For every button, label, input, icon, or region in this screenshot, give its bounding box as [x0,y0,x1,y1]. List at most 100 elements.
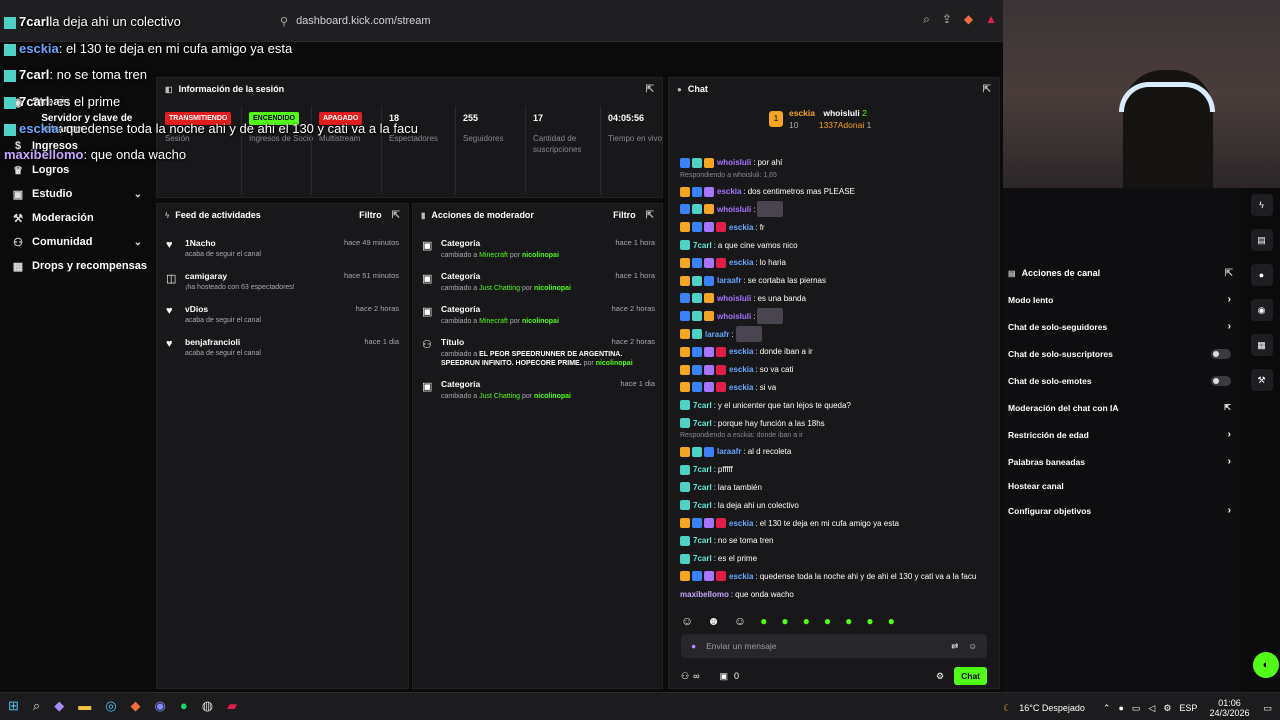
chevron-up-icon[interactable]: ⌃ [1103,703,1111,714]
clock[interactable]: 01:06 24/3/2026 [1209,698,1249,718]
emote-icon[interactable]: ● [866,614,873,628]
feed-item[interactable]: ♥ 1Nacho acaba de seguir el canal hace 49 m… [157,236,408,269]
expand-icon[interactable]: ⇱ [646,210,654,221]
file-explorer-icon[interactable]: ▬ [78,698,91,714]
chat-username[interactable]: whoisluli [717,205,751,214]
bolt-tool-icon[interactable]: ϟ [1250,194,1273,216]
channel-action-item[interactable]: Modo lento › [1003,286,1241,313]
volume-icon[interactable]: ◁ [1148,703,1155,714]
chat-username[interactable]: 7carl [693,241,712,250]
feed-item[interactable]: ◫ camigaray ¡ha hosteado con 63 espectador… [157,269,408,302]
channel-action-item[interactable]: Chat de solo-emotes [1003,367,1241,394]
sidebar-item[interactable]: ▣ Estudio ⌄ [0,182,154,206]
mod-action-by[interactable]: nicolinopai [596,360,633,367]
sidebar-item[interactable]: Servidor y clave de retransm [0,113,154,135]
emoji-icon[interactable]: ☺ [968,641,977,651]
video-app-icon[interactable]: ▰ [227,698,237,714]
expand-icon[interactable]: ⇱ [646,84,654,95]
emote-icon[interactable]: ● [760,614,767,628]
windows-start-icon[interactable]: ⊞ [8,698,19,714]
channel-action-item[interactable]: Chat de solo-seguidores › [1003,313,1241,340]
mod-action-by[interactable]: nicolinopai [522,318,559,325]
chat-username[interactable]: esckia [729,519,753,528]
chat-username[interactable]: whoisluli [717,294,751,303]
sidebar-item[interactable]: $ Ingresos [0,134,154,158]
emote-icon[interactable]: ☻ [707,614,720,628]
sidebar-item[interactable]: ♛ Logros [0,158,154,182]
zoom-icon[interactable]: ⌕ [923,12,930,27]
chat-username[interactable]: 7carl [693,419,712,428]
settings-icon[interactable]: ⚙ [936,671,944,682]
wrench-tool-icon[interactable]: ⚒ [1250,369,1273,391]
chat-username[interactable]: whoisluli [717,158,751,167]
chat-username[interactable]: 7carl [693,554,712,563]
chat-username[interactable]: 7carl [693,536,712,545]
brave-shield-icon[interactable]: ◆ [964,12,973,27]
weather-text[interactable]: 16°C Despejado [1019,703,1085,713]
chat-tool-icon[interactable]: ● [1250,264,1273,286]
chat-username[interactable]: esckia [729,258,753,267]
chat-username[interactable]: laraafr [717,447,741,456]
chat-username[interactable]: esckia [729,223,753,232]
network-icon[interactable]: ▭ [1132,703,1141,714]
settings-icon[interactable]: ⚙ [1163,703,1171,714]
expand-icon[interactable]: ⇱ [392,210,400,221]
toggle-switch[interactable] [1211,375,1231,386]
discord-icon[interactable]: ◉ [155,698,166,714]
users-icon[interactable]: ⚇ [681,671,689,682]
emote-icon[interactable]: ☺ [734,614,746,628]
mod-action-by[interactable]: nicolinopai [534,393,571,400]
chat-username[interactable]: 7carl [693,401,712,410]
emote-icon[interactable]: ● [845,614,852,628]
support-button[interactable]: ◐ [1253,652,1279,678]
broadcast-tool-icon[interactable]: ◉ [1250,299,1273,321]
brave-icon[interactable]: ◆ [131,698,141,714]
sidebar-item[interactable]: ⚒ Moderación [0,206,154,230]
emote-icon[interactable]: ☺ [681,614,693,628]
top-gifter-3-name[interactable]: 1337Adonai [819,120,864,130]
toggle-switch[interactable] [1211,348,1231,359]
chat-input[interactable]: ● Enviar un mensaje ⇄ ☺ [681,634,987,658]
copilot-icon[interactable]: ◆ [54,698,64,714]
chat-username[interactable]: laraafr [717,276,741,285]
popout-icon[interactable]: ⇱ [983,84,991,95]
chat-username[interactable]: whoisluli [717,312,751,321]
translate-icon[interactable]: ⇄ [951,641,958,652]
chat-username[interactable]: esckia [729,365,753,374]
channel-action-item[interactable]: Hostear canal [1003,475,1241,497]
sidebar-item[interactable]: ▦ Drops y recompensas [0,254,154,278]
chat-username[interactable]: esckia [729,383,753,392]
channel-action-item[interactable]: Moderación del chat con IA ⇱ [1003,394,1241,421]
feed-item[interactable]: ♥ benjafrancioli acaba de seguir el canal h… [157,335,408,368]
mod-action-by[interactable]: nicolinopai [534,285,571,292]
chat-username[interactable]: 7carl [693,501,712,510]
chrome-icon[interactable]: ◎ [105,698,116,714]
top-gifter-2-name[interactable]: whoisluli [823,108,859,118]
brave-rewards-icon[interactable]: ▲ [985,12,997,27]
feed-filter-button[interactable]: Filtro [359,210,382,220]
stack-tool-icon[interactable]: ▦ [1250,334,1273,356]
channel-action-item[interactable]: Configurar objetivos › [1003,497,1241,524]
emote-icon[interactable]: ● [803,614,810,628]
feed-item[interactable]: ♥ vDios acaba de seguir el canal hace 2 hor… [157,302,408,335]
obs-icon[interactable]: ◍ [202,698,213,714]
top-gifter-1-name[interactable]: esckia [789,108,815,118]
mic-icon[interactable]: ● [691,641,696,651]
chat-username[interactable]: esckia [717,187,741,196]
search-icon[interactable]: ⌕ [33,698,40,714]
emote-icon[interactable]: ● [824,614,831,628]
notes-tool-icon[interactable]: ▤ [1250,229,1273,251]
gift-icon[interactable]: ▣ [720,671,729,682]
mod-filter-button[interactable]: Filtro [613,210,636,220]
channel-action-item[interactable]: Palabras baneadas › [1003,448,1241,475]
send-chat-button[interactable]: Chat [954,667,987,685]
share-icon[interactable]: ⇪ [942,12,952,27]
chat-username[interactable]: 7carl [693,483,712,492]
emote-icon[interactable]: ● [888,614,895,628]
channel-action-item[interactable]: Restricción de edad › [1003,421,1241,448]
address-bar[interactable]: ⚲ dashboard.kick.com/stream [280,11,1000,31]
chat-username[interactable]: esckia [729,347,753,356]
site-info-icon[interactable]: ⚲ [280,15,288,28]
sidebar-item[interactable]: ⚇ Comunidad ⌄ [0,230,154,254]
spotify-icon[interactable]: ● [180,698,188,714]
